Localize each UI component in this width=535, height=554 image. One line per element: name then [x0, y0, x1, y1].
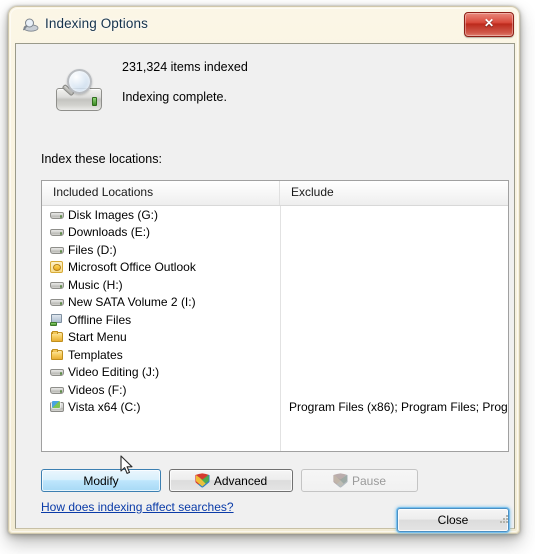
magnifier-lens-shape	[67, 69, 92, 94]
location-label: Videos (F:)	[68, 382, 127, 397]
drive-magnifier-icon	[52, 68, 108, 120]
location-label: Files (D:)	[68, 242, 117, 257]
folder-icon	[49, 329, 65, 345]
location-label: Microsoft Office Outlook	[68, 260, 196, 275]
modify-button[interactable]: Modify	[41, 469, 161, 492]
drive-icon	[49, 382, 65, 398]
location-label: New SATA Volume 2 (I:)	[68, 295, 196, 310]
location-label: Music (H:)	[68, 277, 123, 292]
location-name-cell: Video Editing (J:)	[42, 364, 280, 380]
resize-grip[interactable]	[497, 512, 508, 523]
index-locations-label: Index these locations:	[41, 152, 162, 166]
system-drive-icon	[49, 399, 65, 415]
location-name-cell: Downloads (E:)	[42, 224, 280, 240]
pause-button-label: Pause	[351, 473, 387, 488]
advanced-button[interactable]: Advanced	[169, 469, 293, 492]
title-bar[interactable]: Indexing Options	[9, 7, 521, 43]
location-name-cell: Templates	[42, 347, 280, 363]
drive-icon	[49, 242, 65, 258]
indexing-status-message: Indexing complete.	[122, 90, 227, 104]
table-row[interactable]: Disk Images (G:)	[42, 206, 508, 224]
table-row[interactable]: Microsoft Office Outlook	[42, 259, 508, 277]
pause-button: Pause	[301, 469, 418, 492]
column-header-exclude[interactable]: Exclude	[280, 181, 508, 205]
included-locations-listview[interactable]: Included Locations Exclude Disk Images (…	[41, 180, 509, 452]
location-label: Video Editing (J:)	[68, 365, 160, 380]
uac-shield-icon	[333, 473, 348, 488]
location-name-cell: New SATA Volume 2 (I:)	[42, 294, 280, 310]
table-row[interactable]: Downloads (E:)	[42, 224, 508, 242]
location-name-cell: Files (D:)	[42, 242, 280, 258]
items-indexed-count: 231,324 items indexed	[122, 60, 248, 74]
drive-icon	[49, 224, 65, 240]
location-name-cell: Music (H:)	[42, 277, 280, 293]
table-row[interactable]: Start Menu	[42, 329, 508, 347]
location-name-cell: Vista x64 (C:)	[42, 399, 280, 415]
location-label: Vista x64 (C:)	[68, 400, 141, 415]
location-name-cell: Videos (F:)	[42, 382, 280, 398]
table-row[interactable]: Vista x64 (C:) Program Files (x86); Prog…	[42, 399, 508, 417]
location-name-cell: Offline Files	[42, 312, 280, 328]
location-label: Disk Images (G:)	[68, 207, 159, 222]
drive-icon	[49, 294, 65, 310]
location-label: Downloads (E:)	[68, 225, 151, 240]
drive-icon	[49, 364, 65, 380]
table-row[interactable]: Files (D:)	[42, 241, 508, 259]
window-close-button[interactable]	[464, 12, 514, 37]
location-label: Start Menu	[68, 330, 127, 345]
modify-button-label: Modify	[83, 473, 119, 488]
table-row[interactable]: Offline Files	[42, 311, 508, 329]
table-row[interactable]: Videos (F:)	[42, 381, 508, 399]
table-row[interactable]: Video Editing (J:)	[42, 364, 508, 382]
table-row[interactable]: Music (H:)	[42, 276, 508, 294]
folder-icon	[49, 347, 65, 363]
outlook-icon	[49, 259, 65, 275]
listview-header: Included Locations Exclude	[42, 181, 508, 206]
location-name-cell: Microsoft Office Outlook	[42, 259, 280, 275]
table-row[interactable]: New SATA Volume 2 (I:)	[42, 294, 508, 312]
location-label: Offline Files	[68, 312, 132, 327]
close-dialog-button[interactable]: Close	[397, 508, 509, 532]
drive-icon	[49, 277, 65, 293]
drive-icon	[49, 207, 65, 223]
table-row[interactable]: Templates	[42, 346, 508, 364]
close-dialog-button-label: Close	[437, 513, 469, 527]
exclude-cell: Program Files (x86); Program Files; Prog…	[289, 400, 508, 415]
offline-files-icon	[49, 312, 65, 328]
advanced-button-label: Advanced	[213, 473, 268, 488]
listview-body: Disk Images (G:) Downloads (E:) Files (D…	[42, 206, 508, 451]
window-title: Indexing Options	[45, 16, 148, 31]
indexing-options-icon	[22, 18, 39, 33]
location-name-cell: Disk Images (G:)	[42, 207, 280, 223]
indexing-options-window: Indexing Options 231,324 items indexed I…	[8, 6, 520, 534]
indexing-help-link[interactable]: How does indexing affect searches?	[41, 500, 234, 514]
uac-shield-icon	[195, 473, 210, 488]
dialog-client-area: 231,324 items indexed Indexing complete.…	[15, 43, 515, 532]
location-name-cell: Start Menu	[42, 329, 280, 345]
column-header-included-locations[interactable]: Included Locations	[42, 181, 280, 205]
location-label: Templates	[68, 347, 123, 362]
